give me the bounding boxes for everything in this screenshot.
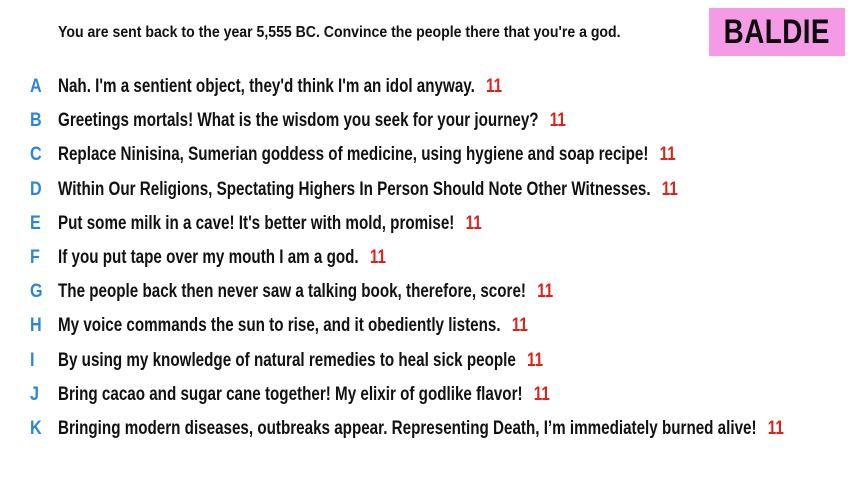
answer-score: 11	[659, 144, 676, 166]
answer-text: Bringing modern diseases, outbreaks appe…	[58, 417, 757, 439]
answer-score: 11	[527, 349, 544, 371]
answer-letter: C	[30, 144, 42, 166]
answer-letter: F	[30, 246, 40, 268]
answer-letter: B	[30, 110, 42, 132]
answer-text: Greetings mortals! What is the wisdom yo…	[58, 110, 539, 132]
answer-score: 11	[537, 281, 554, 303]
answer-text: By using my knowledge of natural remedie…	[58, 349, 516, 371]
answer-row-a: A Nah. I'm a sentient object, they'd thi…	[0, 70, 853, 104]
answer-text: If you put tape over my mouth I am a god…	[58, 246, 359, 268]
answer-score: 11	[767, 417, 784, 439]
answer-letter: K	[30, 417, 42, 439]
answer-letter: D	[30, 178, 42, 200]
answer-row-g: G The people back then never saw a talki…	[0, 275, 853, 309]
answer-text: Bring cacao and sugar cane together! My …	[58, 383, 523, 405]
answer-row-k: K Bringing modern diseases, outbreaks ap…	[0, 412, 853, 446]
answer-score: 11	[369, 246, 386, 268]
answer-text: Replace Ninisina, Sumerian goddess of me…	[58, 144, 649, 166]
answer-row-b: B Greetings mortals! What is the wisdom …	[0, 104, 853, 138]
answer-row-d: D Within Our Religions, Spectating Highe…	[0, 173, 853, 207]
answer-row-c: C Replace Ninisina, Sumerian goddess of …	[0, 138, 853, 172]
answer-text: Put some milk in a cave! It's better wit…	[58, 212, 455, 234]
question-prompt: You are sent back to the year 5,555 BC. …	[58, 24, 621, 41]
answer-letter: I	[30, 349, 35, 371]
answer-letter: G	[30, 281, 43, 303]
answer-row-e: E Put some milk in a cave! It's better w…	[0, 207, 853, 241]
answer-row-j: J Bring cacao and sugar cane together! M…	[0, 378, 853, 412]
answer-letter: J	[30, 383, 39, 405]
answer-text: The people back then never saw a talking…	[58, 281, 526, 303]
answer-row-h: H My voice commands the sun to rise, and…	[0, 309, 853, 343]
answer-score: 11	[511, 315, 528, 337]
answer-letter: H	[30, 315, 42, 337]
answer-letter: E	[30, 212, 41, 234]
answer-text: My voice commands the sun to rise, and i…	[58, 315, 501, 337]
answer-score: 11	[661, 178, 678, 200]
player-name-label: BALDIE	[723, 12, 831, 51]
answer-text: Within Our Religions, Spectating Highers…	[58, 178, 651, 200]
answer-score: 11	[486, 76, 503, 97]
answer-row-f: F If you put tape over my mouth I am a g…	[0, 241, 853, 275]
answer-row-i: I By using my knowledge of natural remed…	[0, 344, 853, 378]
answer-score: 11	[533, 383, 550, 405]
answer-letter: A	[30, 76, 42, 97]
answer-score: 11	[465, 212, 482, 234]
answer-text: Nah. I'm a sentient object, they'd think…	[58, 76, 475, 97]
answer-score: 11	[549, 110, 566, 132]
answer-list: A Nah. I'm a sentient object, they'd thi…	[0, 70, 853, 446]
player-name-badge: BALDIE	[709, 8, 845, 56]
